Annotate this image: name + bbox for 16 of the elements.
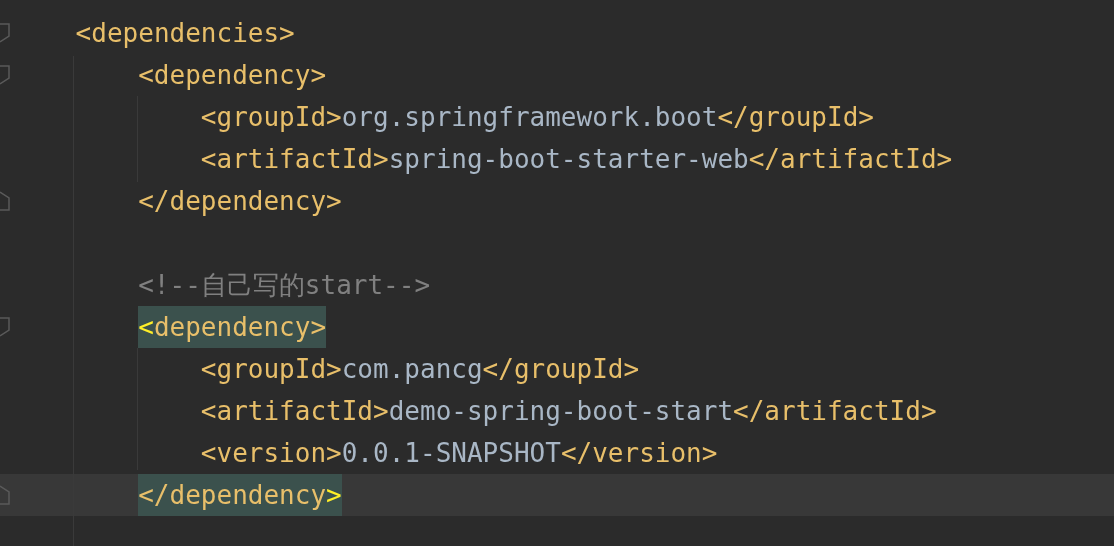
fold-icon[interactable] xyxy=(0,23,10,43)
code-line: <version>0.0.1-SNAPSHOT</version> xyxy=(200,437,718,470)
code-line: <dependency> xyxy=(138,59,327,92)
code-line: <artifactId>spring-boot-starter-web</artifactId> xyxy=(200,143,953,176)
fold-icon[interactable] xyxy=(0,191,10,211)
code-line: </dependency> xyxy=(138,474,342,516)
code-line: <artifactId>demo-spring-boot-start</artifactId> xyxy=(200,395,937,428)
code-line: <groupId>org.springframework.boot</groupId> xyxy=(200,101,874,134)
fold-icon[interactable] xyxy=(0,485,10,505)
code-line: <groupId>com.pancg</groupId> xyxy=(200,353,640,386)
code-line: <dependencies> xyxy=(75,17,295,50)
code-line: <dependency> xyxy=(138,306,327,348)
fold-icon[interactable] xyxy=(0,317,10,337)
fold-icon[interactable] xyxy=(0,65,10,85)
code-line: </dependency> xyxy=(138,185,342,218)
code-line: <!--自己写的start--> xyxy=(138,269,431,302)
